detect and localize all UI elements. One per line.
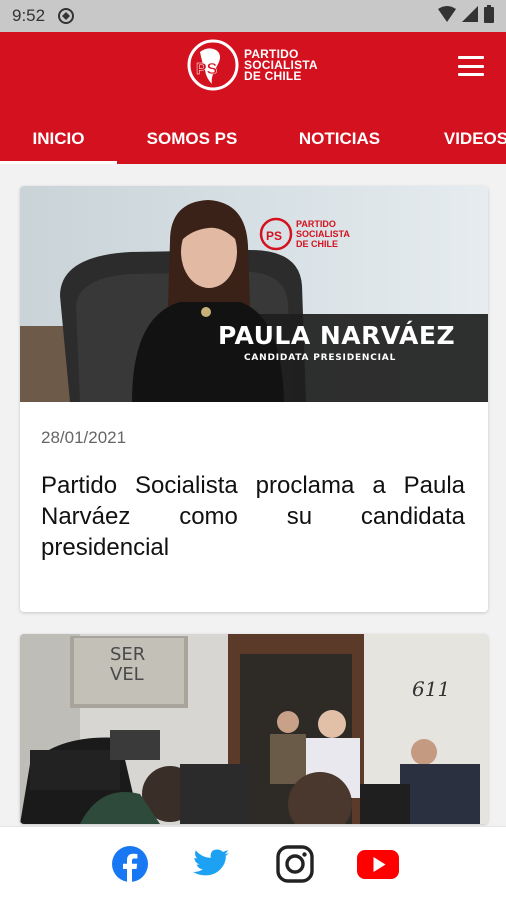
image-logo-line1: PARTIDO <box>296 219 336 229</box>
door-number: 611 <box>412 677 450 701</box>
sign-line2: VEL <box>110 664 144 685</box>
tab-noticias[interactable]: NOTICIAS <box>282 114 397 164</box>
article-card[interactable]: SER VEL 611 <box>20 634 488 824</box>
status-bar: 9:52 <box>0 0 506 32</box>
tab-somos-ps[interactable]: SOMOS PS <box>130 114 254 164</box>
youtube-icon[interactable] <box>357 845 399 883</box>
vpn-icon <box>57 7 75 25</box>
ps-logo-icon: PS <box>187 39 239 91</box>
article-title[interactable]: Partido Socialista proclama a Paula Narv… <box>41 470 465 563</box>
wifi-icon <box>438 5 456 27</box>
logo-letters: PS <box>196 61 218 78</box>
instagram-icon[interactable] <box>276 845 314 883</box>
article-image: PS PARTIDO SOCIALISTA DE CHILE PAULA NAR… <box>20 186 488 402</box>
svg-text:PS: PS <box>266 229 282 243</box>
brand-logo[interactable]: PS PARTIDO SOCIALISTA DE CHILE <box>186 38 318 92</box>
article-image: SER VEL 611 <box>20 634 488 824</box>
image-overlay-subtitle: CANDIDATA PRESIDENCIAL <box>244 353 396 363</box>
image-logo-line3: DE CHILE <box>296 239 338 249</box>
signal-icon <box>462 5 478 27</box>
sign-line1: SER <box>110 644 145 665</box>
brand-name: PARTIDO SOCIALISTA DE CHILE <box>244 48 318 83</box>
battery-icon <box>484 4 494 28</box>
article-card[interactable]: PS PARTIDO SOCIALISTA DE CHILE PAULA NAR… <box>20 186 488 612</box>
app-header: PS PARTIDO SOCIALISTA DE CHILE INICIO SO… <box>0 32 506 164</box>
brand-line3: DE CHILE <box>244 68 302 83</box>
status-time: 9:52 <box>12 6 46 25</box>
twitter-icon[interactable] <box>193 845 231 883</box>
tab-inicio[interactable]: INICIO <box>0 114 117 164</box>
nav-tabs: INICIO SOMOS PS NOTICIAS VIDEOS <box>0 114 506 164</box>
menu-icon[interactable] <box>458 56 484 76</box>
image-logo-line2: SOCIALISTA <box>296 229 350 239</box>
tab-videos[interactable]: VIDEOS <box>426 114 506 164</box>
social-bar <box>0 826 506 900</box>
facebook-icon[interactable] <box>111 845 149 883</box>
article-date: 28/01/2021 <box>41 428 127 447</box>
image-overlay-name: PAULA NARVÁEZ <box>218 321 455 350</box>
